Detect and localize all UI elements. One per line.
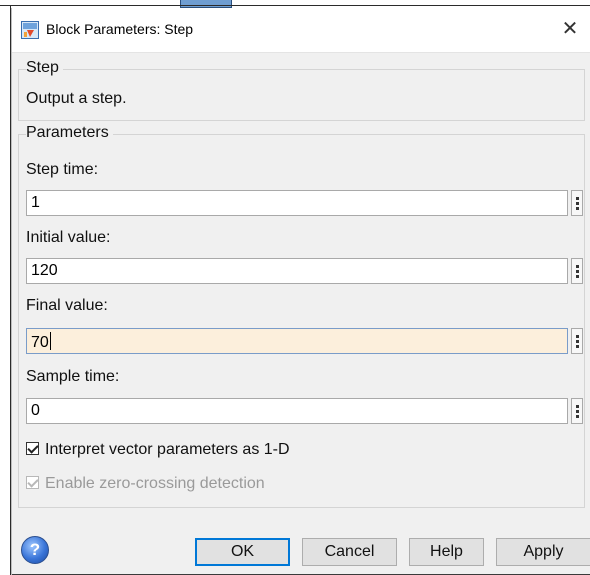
close-button[interactable]: ✕ (555, 14, 585, 44)
final-value-field[interactable]: 70 (26, 328, 568, 354)
simulink-block-icon (21, 21, 39, 39)
final-value-options-button[interactable] (571, 328, 583, 354)
text-caret (49, 332, 51, 350)
final-value-value: 70 (31, 334, 49, 351)
close-icon: ✕ (561, 18, 579, 40)
step-time-options-button[interactable] (571, 190, 583, 216)
parameters-group-label: Parameters (26, 124, 113, 142)
help-question-icon[interactable]: ? (21, 536, 49, 564)
zero-crossing-checkbox (26, 476, 39, 489)
vertical-ellipsis-icon (576, 197, 579, 211)
initial-value-field[interactable]: 120 (26, 258, 568, 284)
step-time-label: Step time: (26, 161, 99, 178)
sample-time-value: 0 (31, 402, 40, 419)
background-block (180, 0, 232, 8)
block-parameters-dialog: Block Parameters: Step ✕ Step Output a s… (11, 8, 590, 575)
help-button[interactable]: Help (409, 538, 484, 566)
final-value-label: Final value: (26, 297, 108, 314)
vertical-ellipsis-icon (576, 405, 579, 419)
step-time-value: 1 (31, 194, 40, 211)
cancel-button[interactable]: Cancel (302, 538, 397, 566)
ok-button[interactable]: OK (195, 538, 290, 566)
sample-time-label: Sample time: (26, 368, 120, 385)
initial-value-value: 120 (31, 262, 58, 279)
initial-value-options-button[interactable] (571, 258, 583, 284)
interpret-vector-checkbox-row[interactable]: Interpret vector parameters as 1-D (26, 441, 290, 459)
step-group-label: Step (26, 59, 63, 77)
help-icon-glyph: ? (29, 540, 41, 559)
vertical-ellipsis-icon (576, 265, 579, 279)
sample-time-options-button[interactable] (571, 398, 583, 424)
title-bar[interactable]: Block Parameters: Step ✕ (12, 8, 590, 53)
initial-value-label: Initial value: (26, 229, 111, 246)
apply-button[interactable]: Apply (496, 538, 590, 566)
sample-time-field[interactable]: 0 (26, 398, 568, 424)
vertical-ellipsis-icon (576, 335, 579, 349)
zero-crossing-label: Enable zero-crossing detection (45, 475, 265, 492)
block-description: Output a step. (26, 90, 127, 107)
window-title: Block Parameters: Step (46, 21, 194, 37)
interpret-vector-label: Interpret vector parameters as 1-D (45, 441, 290, 458)
background-border-top (0, 5, 590, 6)
interpret-vector-checkbox[interactable] (26, 442, 39, 455)
zero-crossing-checkbox-row: Enable zero-crossing detection (26, 475, 265, 493)
step-time-field[interactable]: 1 (26, 190, 568, 216)
